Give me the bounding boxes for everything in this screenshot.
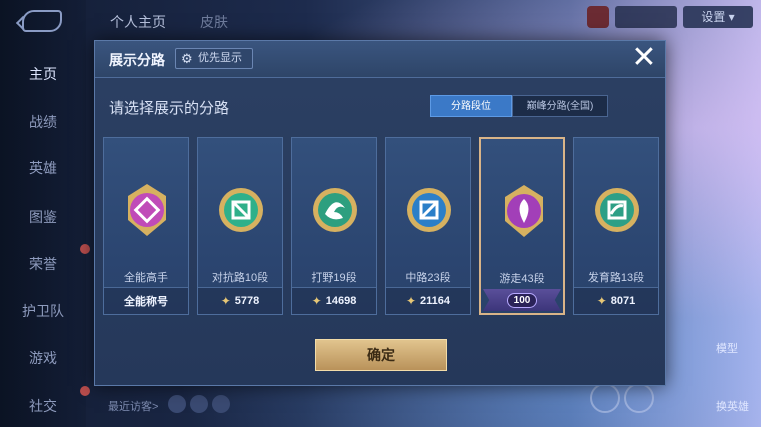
badge-icon (128, 184, 166, 236)
avatar[interactable] (587, 6, 609, 28)
change-hero-button[interactable]: 换英雄 (716, 398, 749, 414)
card-name: 发育路13段 (587, 272, 645, 284)
tab-peak-lane[interactable]: 巅峰分路(全国) (512, 95, 608, 117)
card-score: 100 (506, 292, 538, 308)
lane-card-mid[interactable]: 中路23段 ✦ 21164 (385, 137, 471, 315)
diamond-icon: ✦ (405, 294, 417, 308)
diamond-icon: ✦ (311, 294, 322, 308)
dialog-prompt: 请选择展示的分路 (109, 100, 230, 117)
nav-item-home[interactable]: 主页 (0, 64, 86, 84)
nav-item-label: 护卫队 (22, 303, 64, 319)
nav-item-label: 战绩 (29, 114, 57, 130)
nav-item-honor[interactable]: 荣誉 (0, 254, 86, 274)
nav-item-label: 英雄 (29, 160, 57, 176)
diamond-icon: ✦ (596, 294, 607, 308)
settings-label: 设置 (701, 10, 726, 24)
score-ribbon: 100 (483, 289, 561, 311)
notification-dot (80, 386, 90, 396)
card-footer: ✦ 14698 (292, 287, 376, 314)
diamond-icon: ✦ (220, 294, 231, 308)
nav-item-guard-team[interactable]: 护卫队 (0, 301, 86, 321)
model-button[interactable]: 模型 (716, 340, 738, 356)
recent-visitors-link[interactable]: 最近访客> (108, 398, 158, 414)
nav-item-label: 游戏 (29, 350, 57, 366)
visitor-avatar[interactable] (212, 395, 230, 413)
top-right-bar: 设置 ▾ (587, 6, 753, 28)
tab-skins[interactable]: 皮肤 (200, 12, 228, 32)
tab-label: 皮肤 (200, 14, 228, 30)
nav-item-label: 荣誉 (29, 256, 57, 272)
card-footer: 全能称号 (104, 287, 188, 314)
close-icon[interactable]: ✕ (629, 43, 659, 74)
dialog-header: 展示分路 ⚙ 优先显示 ✕ (95, 41, 665, 78)
card-name: 对抗路10段 (211, 272, 269, 284)
badge-icon (313, 188, 357, 232)
recent-visitors-label: 最近访客> (108, 401, 159, 413)
visitor-avatar[interactable] (190, 395, 208, 413)
card-score: 5778 (234, 295, 260, 307)
card-name: 全能高手 (124, 272, 168, 284)
badge-icon (505, 185, 543, 237)
priority-label: 优先显示 (198, 52, 242, 64)
nav-item-social[interactable]: 社交 (0, 396, 86, 416)
card-footer-label: 全能称号 (124, 296, 168, 308)
notification-dot (80, 244, 90, 254)
nav-item-record[interactable]: 战绩 (0, 112, 86, 132)
card-footer: ✦ 21164 (386, 287, 470, 314)
badge-icon (407, 188, 451, 232)
confirm-button[interactable]: 确定 (315, 339, 447, 371)
model-label: 模型 (716, 343, 738, 355)
card-name: 游走43段 (499, 273, 545, 285)
nav-item-heroes[interactable]: 英雄 (0, 158, 86, 178)
tab-profile[interactable]: 个人主页 (110, 12, 166, 32)
play-icon[interactable] (624, 383, 654, 413)
dialog-title: 展示分路 (109, 52, 165, 68)
lane-display-dialog: 展示分路 ⚙ 优先显示 ✕ 请选择展示的分路 分路段位 巅峰分路(全国) 全能高… (94, 40, 666, 386)
nav-item-label: 图鉴 (29, 209, 57, 225)
badge-icon (219, 188, 263, 232)
lane-card-roam[interactable]: 游走43段 100 (479, 137, 565, 315)
priority-display-button[interactable]: ⚙ 优先显示 (175, 48, 253, 69)
tab-label: 个人主页 (110, 14, 166, 30)
settings-button[interactable]: 设置 ▾ (683, 6, 753, 28)
card-name: 打野19段 (311, 272, 357, 284)
lane-card-farm[interactable]: 发育路13段 ✦ 8071 (573, 137, 659, 315)
left-nav: 主页 战绩 英雄 图鉴 荣誉 护卫队 游戏 社交 (0, 0, 90, 427)
change-hero-label: 换英雄 (716, 401, 749, 413)
nav-item-label: 社交 (29, 398, 57, 414)
tab-lane-rank[interactable]: 分路段位 (430, 95, 512, 117)
back-icon[interactable] (22, 10, 62, 32)
card-footer: ✦ 5778 (198, 287, 282, 314)
lane-card-all-round[interactable]: 全能高手 全能称号 (103, 137, 189, 315)
gear-icon: ⚙ (181, 51, 193, 66)
lane-card-clash[interactable]: 对抗路10段 ✦ 5778 (197, 137, 283, 315)
lane-card-jungle[interactable]: 打野19段 ✦ 14698 (291, 137, 377, 315)
visitor-avatar[interactable] (168, 395, 186, 413)
currency-pill[interactable] (615, 6, 677, 28)
card-footer: ✦ 8071 (574, 287, 658, 314)
badge-icon (595, 188, 639, 232)
nav-item-games[interactable]: 游戏 (0, 348, 86, 368)
card-name: 中路23段 (405, 272, 451, 284)
card-score: 8071 (610, 295, 636, 307)
nav-item-label: 主页 (29, 66, 57, 82)
rotate-icon[interactable] (590, 383, 620, 413)
card-score: 14698 (325, 295, 357, 307)
card-score: 21164 (420, 295, 451, 307)
nav-item-codex[interactable]: 图鉴 (0, 207, 86, 227)
